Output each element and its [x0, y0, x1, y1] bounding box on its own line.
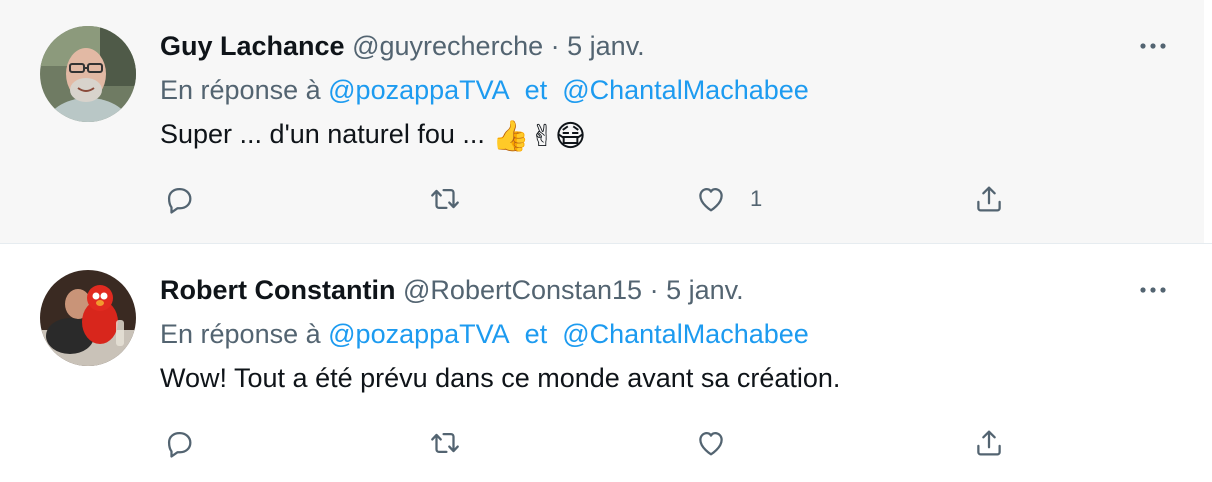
tweet-text: Super ... d'un naturel fou ... 👍✌😷: [160, 116, 586, 155]
share-button[interactable]: [972, 420, 1006, 466]
share-icon: [977, 186, 1001, 212]
more-horizontal-icon[interactable]: [1138, 280, 1168, 300]
share-button[interactable]: [972, 176, 1006, 222]
action-bar: 1: [0, 176, 1212, 226]
share-icon: [977, 430, 1001, 456]
tweet-header: Guy Lachance @guyrecherche · 5 janv.: [160, 30, 645, 62]
mention-link[interactable]: @ChantalMachabee: [562, 319, 809, 349]
reply-prefix: En réponse à: [160, 319, 321, 349]
user-handle[interactable]: @RobertConstan15: [403, 275, 642, 305]
mention-link[interactable]: @ChantalMachabee: [562, 75, 809, 105]
tweet-emojis: 👍✌😷: [492, 120, 587, 153]
reply-context: En réponse à @pozappaTVA et @ChantalMach…: [160, 318, 809, 350]
reply-prefix: En réponse à: [160, 75, 321, 105]
mention-link[interactable]: @pozappaTVA: [328, 319, 510, 349]
user-handle[interactable]: @guyrecherche: [352, 31, 543, 61]
display-name[interactable]: Robert Constantin: [160, 275, 396, 305]
mention-joiner: et: [524, 319, 548, 349]
heart-icon: [699, 431, 723, 456]
reply-context: En réponse à @pozappaTVA et @ChantalMach…: [160, 74, 809, 106]
like-button[interactable]: [694, 420, 750, 466]
display-name[interactable]: Guy Lachance: [160, 31, 345, 61]
separator: ·: [550, 31, 560, 61]
tweet-date[interactable]: 5 janv.: [567, 31, 645, 61]
reply-bubble-icon: [167, 187, 192, 214]
retweet-button[interactable]: [428, 420, 462, 466]
tweet-date[interactable]: 5 janv.: [666, 275, 744, 305]
tweet-text: Wow! Tout a été prévu dans ce monde avan…: [160, 360, 840, 396]
action-bar: [0, 420, 1212, 470]
retweet-icon: [431, 432, 459, 454]
reply-button[interactable]: [162, 176, 196, 222]
tweet[interactable]: Robert Constantin @RobertConstan15 · 5 j…: [0, 243, 1212, 482]
avatar[interactable]: [40, 26, 136, 122]
tweet-header: Robert Constantin @RobertConstan15 · 5 j…: [160, 274, 744, 306]
separator: ·: [649, 275, 659, 305]
retweet-button[interactable]: [428, 176, 462, 222]
tweet-body: Wow! Tout a été prévu dans ce monde avan…: [160, 363, 841, 393]
avatar[interactable]: [40, 270, 136, 366]
like-button[interactable]: 1: [694, 176, 762, 222]
reply-bubble-icon: [167, 431, 192, 458]
like-count: 1: [750, 186, 763, 211]
tweet[interactable]: Guy Lachance @guyrecherche · 5 janv. En …: [0, 0, 1212, 243]
mention-joiner: et: [524, 75, 548, 105]
retweet-icon: [431, 188, 459, 210]
reply-button[interactable]: [162, 420, 196, 466]
heart-icon: [699, 187, 723, 212]
mention-link[interactable]: @pozappaTVA: [328, 75, 510, 105]
tweet-body: Super ... d'un naturel fou ...: [160, 119, 485, 149]
more-horizontal-icon[interactable]: [1138, 36, 1168, 56]
